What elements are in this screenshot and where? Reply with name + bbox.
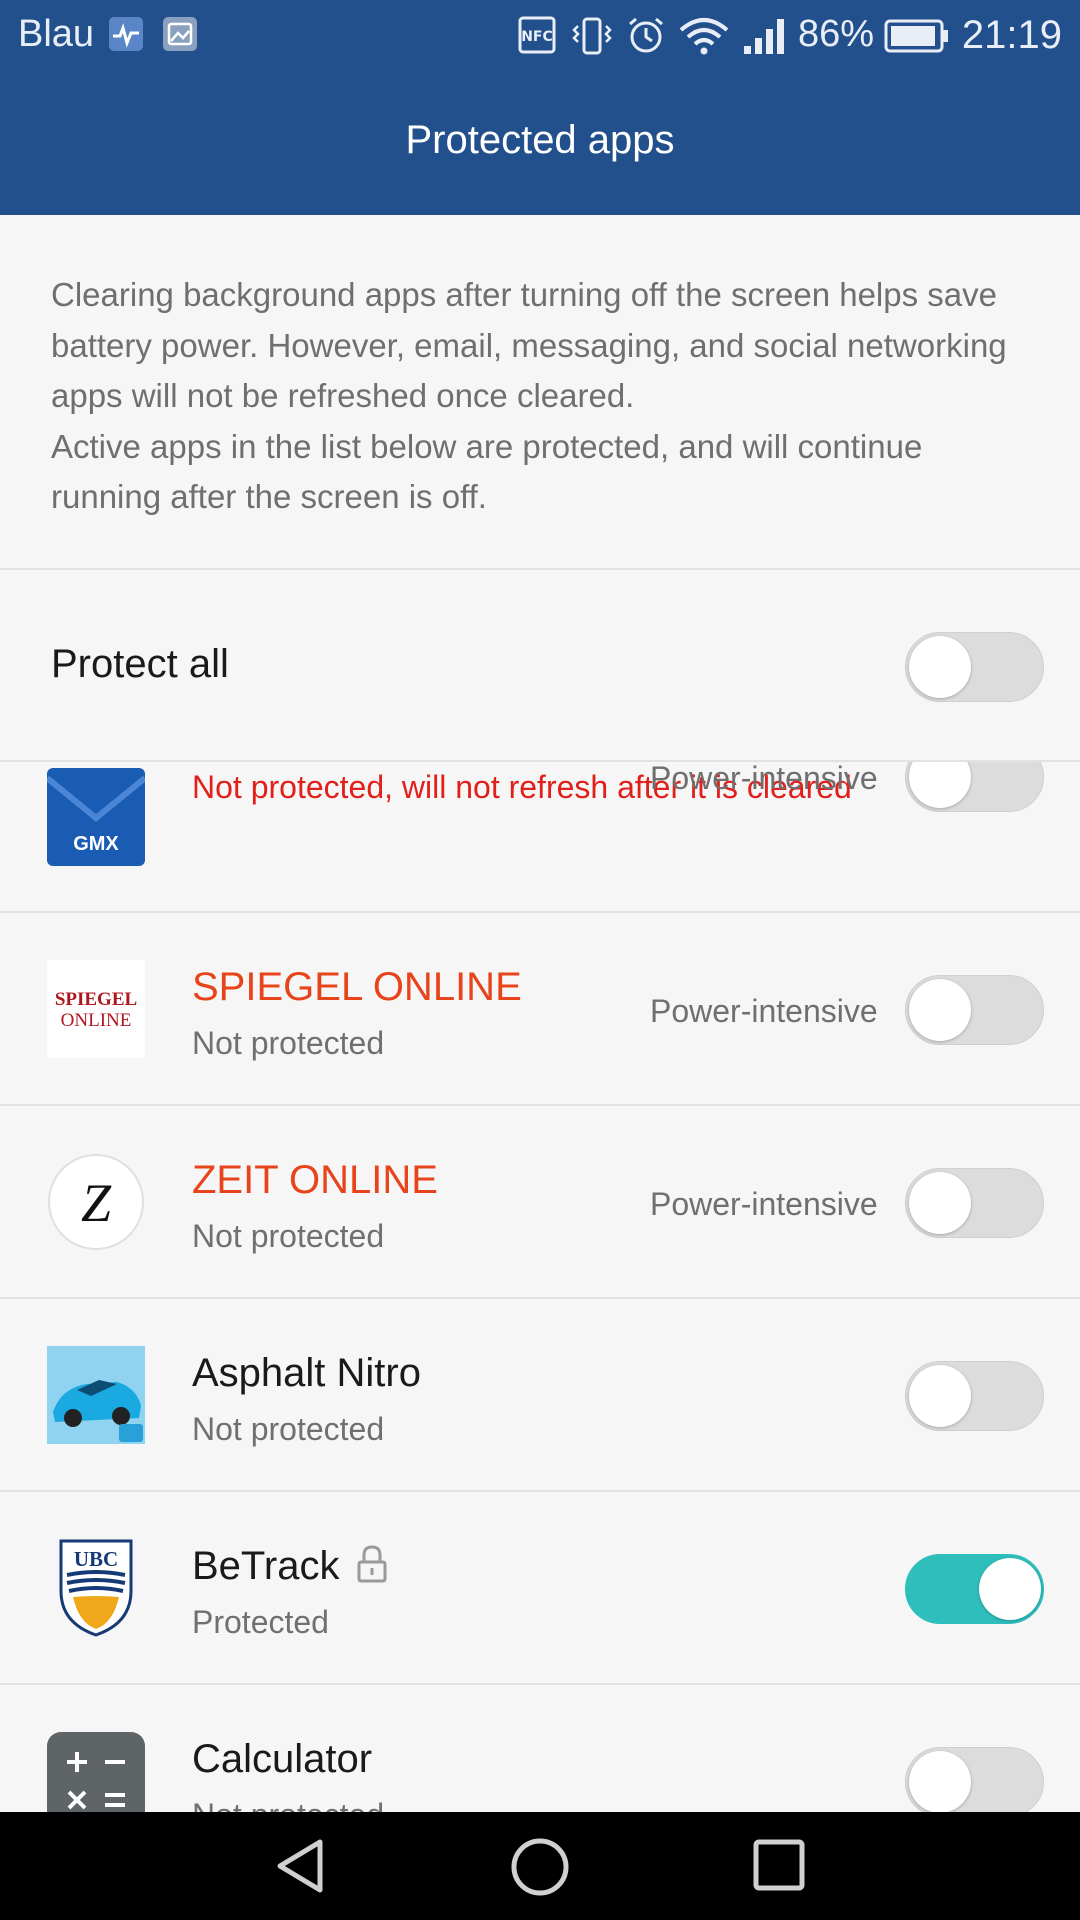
app-protect-switch-asphalt[interactable] — [905, 1361, 1044, 1431]
description: Clearing background apps after turning o… — [51, 270, 1041, 523]
navigation-bar — [0, 1812, 1080, 1920]
description-text-2: Active apps in the list below are protec… — [51, 427, 923, 516]
svg-text:Z: Z — [81, 1173, 112, 1233]
back-icon[interactable] — [272, 1836, 332, 1896]
gmx-icon: GMX — [47, 768, 145, 866]
description-text: Clearing background apps after turning o… — [51, 276, 1007, 414]
carrier-name: Blau — [18, 13, 95, 55]
zeit-online-icon: Z — [48, 1154, 144, 1250]
power-intensive-label: Power-intensive — [650, 1186, 878, 1222]
app-name: Calculator — [192, 1737, 373, 1781]
app-name: SPIEGEL ONLINE — [192, 965, 522, 1009]
protect-all-switch[interactable] — [905, 632, 1044, 702]
vibrate-icon — [572, 17, 612, 55]
switch-knob — [909, 1365, 971, 1427]
nfc-icon: NFC — [518, 16, 556, 54]
app-name: Asphalt Nitro — [192, 1351, 421, 1395]
lock-icon — [357, 1545, 387, 1583]
switch-knob — [909, 979, 971, 1041]
switch-knob — [909, 762, 971, 808]
app-status: Not protected — [192, 1025, 385, 1061]
switch-knob — [909, 1172, 971, 1234]
health-icon — [109, 17, 143, 51]
app-protect-switch-zeit[interactable] — [905, 1168, 1044, 1238]
app-list[interactable]: GMX Not protected, will not refresh afte… — [0, 762, 1080, 1812]
status-bar: Blau NFC 86% 21:19 — [0, 0, 1080, 72]
app-name: BeTrack — [192, 1544, 340, 1588]
ubc-icon: UBC — [59, 1539, 133, 1637]
app-protect-switch-spiegel[interactable] — [905, 975, 1044, 1045]
protect-all-label: Protect all — [51, 642, 229, 686]
svg-text:SPIEGEL: SPIEGEL — [55, 989, 137, 1010]
app-name: ZEIT ONLINE — [192, 1158, 438, 1202]
app-status: Not protected, will not refresh after it… — [192, 769, 852, 805]
list-item[interactable]: UBC BeTrack Protected — [0, 1492, 1080, 1685]
list-item[interactable]: SPIEGEL ONLINE SPIEGEL ONLINE Not protec… — [0, 913, 1080, 1106]
alarm-icon — [629, 17, 663, 53]
wifi-icon — [679, 18, 729, 55]
asphalt-nitro-icon — [47, 1346, 145, 1444]
list-item[interactable]: Z ZEIT ONLINE Not protected Power-intens… — [0, 1106, 1080, 1299]
switch-knob — [909, 1751, 971, 1812]
home-icon[interactable] — [509, 1836, 571, 1898]
app-status: Protected — [192, 1604, 329, 1640]
switch-knob — [909, 636, 971, 698]
app-status: Not protected — [192, 1797, 384, 1812]
power-intensive-label: Power-intensive — [650, 762, 878, 796]
app-protect-switch-gmx[interactable] — [905, 762, 1044, 812]
svg-text:UBC: UBC — [74, 1547, 118, 1571]
image-icon — [163, 17, 197, 51]
spiegel-online-icon: SPIEGEL ONLINE — [47, 960, 145, 1058]
battery-icon — [884, 19, 948, 53]
app-protect-switch-calculator[interactable] — [905, 1747, 1044, 1812]
svg-text:NFC: NFC — [521, 29, 553, 45]
app-header: Blau NFC 86% 21:19 Protected apps — [0, 0, 1080, 215]
svg-text:GMX: GMX — [73, 833, 119, 855]
signal-icon — [744, 19, 784, 54]
switch-knob — [979, 1558, 1041, 1620]
app-protect-switch-betrack[interactable] — [905, 1554, 1044, 1624]
calculator-icon — [47, 1732, 145, 1812]
svg-text:ONLINE: ONLINE — [61, 1010, 132, 1031]
clock: 21:19 — [961, 13, 1062, 57]
recents-icon[interactable] — [752, 1838, 808, 1894]
list-item[interactable]: Calculator Not protected — [0, 1685, 1080, 1812]
list-item[interactable]: Asphalt Nitro Not protected — [0, 1299, 1080, 1492]
page-title: Protected apps — [405, 118, 675, 162]
battery-percent: 86% — [798, 13, 875, 55]
app-status: Not protected — [192, 1218, 385, 1254]
divider — [0, 568, 1080, 570]
list-item[interactable]: GMX Not protected, will not refresh afte… — [0, 762, 1080, 913]
app-status: Not protected — [192, 1411, 385, 1447]
power-intensive-label: Power-intensive — [650, 993, 878, 1029]
